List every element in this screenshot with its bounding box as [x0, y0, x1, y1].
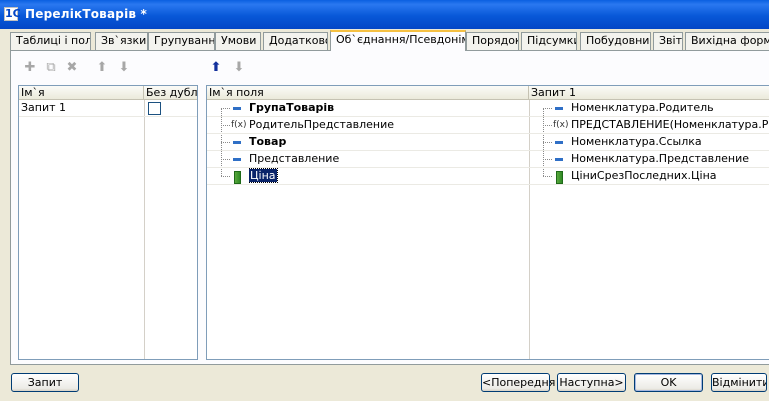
tab-conditions[interactable]: Умови	[215, 32, 261, 50]
app-logo-icon: 1С	[4, 7, 21, 21]
field-icon	[231, 154, 243, 165]
tab-tables-and-fields[interactable]: Таблиці і поля	[10, 32, 91, 50]
tree-branch	[221, 142, 230, 143]
tab-totals[interactable]: Підсумки	[521, 32, 577, 50]
aliases-table: Ім`я поля Запит 1 ГрупаТоварів Номенклат…	[206, 85, 769, 360]
tree-branch	[543, 108, 552, 109]
field-name-cell[interactable]: Ціна	[249, 168, 524, 185]
tab-output-form[interactable]: Вихідна форма	[685, 32, 769, 50]
tab-strip: Таблиці і поля Зв`язки Групування Умови …	[10, 30, 769, 51]
price-icon	[231, 171, 243, 184]
tree-branch	[221, 108, 230, 109]
table-row[interactable]: f(x) РодительПредставление f(x) ПРЕДСТАВ…	[207, 117, 769, 134]
field-icon	[553, 137, 565, 148]
table-row[interactable]: ГрупаТоварів Номенклатура.Родитель	[207, 100, 769, 117]
column-header-query[interactable]: Запит 1	[529, 86, 769, 100]
tree-branch	[543, 176, 552, 177]
tab-order[interactable]: Порядок	[466, 32, 519, 50]
function-icon: f(x)	[553, 120, 569, 130]
column-header-no-duplicates[interactable]: Без дубл.	[144, 86, 197, 100]
tree-branch	[221, 159, 230, 160]
table-row[interactable]: Представление Номенклатура.Представление	[207, 151, 769, 168]
ok-button[interactable]: OK	[634, 373, 703, 392]
field-icon	[553, 154, 565, 165]
add-query-icon[interactable]: ✚	[21, 59, 39, 77]
source-expression: ЦіниСрезПоследних.Ціна	[571, 169, 717, 182]
title-bar: 1С ПерелікТоварів *	[0, 0, 769, 29]
tree-branch	[543, 125, 552, 126]
no-duplicates-checkbox[interactable]	[148, 102, 161, 115]
field-icon	[231, 103, 243, 114]
field-icon	[553, 103, 565, 114]
window-title: ПерелікТоварів *	[25, 7, 148, 21]
query-name: Запит 1	[21, 101, 67, 114]
table-row[interactable]: Запит 1	[19, 100, 197, 117]
move-down-icon[interactable]: ⬇	[230, 59, 248, 77]
field-name-selected[interactable]: Ціна	[249, 168, 278, 183]
source-expression: Номенклатура.Ссылка	[571, 135, 702, 148]
query-button[interactable]: Запит	[11, 373, 79, 392]
source-expression: Номенклатура.Родитель	[571, 101, 714, 114]
field-name: Товар	[249, 135, 287, 148]
source-expression: ПРЕДСТАВЛЕНИЕ(Номенклатура.Родитель)	[571, 118, 769, 131]
tab-links[interactable]: Зв`язки	[95, 32, 148, 50]
field-name: РодительПредставление	[249, 118, 395, 131]
delete-query-icon[interactable]: ✖	[63, 59, 81, 77]
table-row[interactable]: Товар Номенклатура.Ссылка	[207, 134, 769, 151]
tab-panel: ✚ ⧉ ✖ ⬆ ⬇ ⬆ ⬇ Ім`я Без дубл. Запит 1 Ім`…	[10, 50, 769, 365]
queries-table: Ім`я Без дубл. Запит 1	[18, 85, 198, 360]
source-expression: Номенклатура.Представление	[571, 152, 750, 165]
function-icon: f(x)	[231, 120, 247, 130]
move-down-icon[interactable]: ⬇	[115, 59, 133, 77]
column-header-name[interactable]: Ім`я	[19, 86, 144, 100]
copy-query-icon[interactable]: ⧉	[42, 59, 60, 77]
move-up-icon[interactable]: ⬆	[207, 59, 225, 77]
move-up-icon[interactable]: ⬆	[93, 59, 111, 77]
tree-branch	[543, 142, 552, 143]
tab-additional[interactable]: Додатково	[263, 32, 328, 50]
cancel-button[interactable]: Відмінити	[711, 373, 767, 392]
price-icon	[553, 171, 565, 184]
tab-grouping[interactable]: Групування	[148, 32, 215, 50]
field-name: ГрупаТоварів	[249, 101, 335, 114]
previous-button[interactable]: <Попередня	[481, 373, 555, 392]
column-header-field-name[interactable]: Ім`я поля	[207, 86, 529, 100]
tab-report[interactable]: Звіт	[653, 32, 683, 50]
tree-branch	[221, 176, 230, 177]
tab-union-aliases[interactable]: Об`єднання/Псевдоніми	[330, 30, 466, 51]
tab-builder[interactable]: Побудовник	[580, 32, 651, 50]
field-name: Представление	[249, 152, 340, 165]
table-row[interactable]: Ціна ЦіниСрезПоследних.Ціна	[207, 168, 769, 185]
field-icon	[231, 137, 243, 148]
column-divider	[144, 100, 145, 359]
next-button[interactable]: Наступна>	[557, 373, 626, 392]
tree-branch	[543, 159, 552, 160]
tree-branch	[221, 125, 230, 126]
